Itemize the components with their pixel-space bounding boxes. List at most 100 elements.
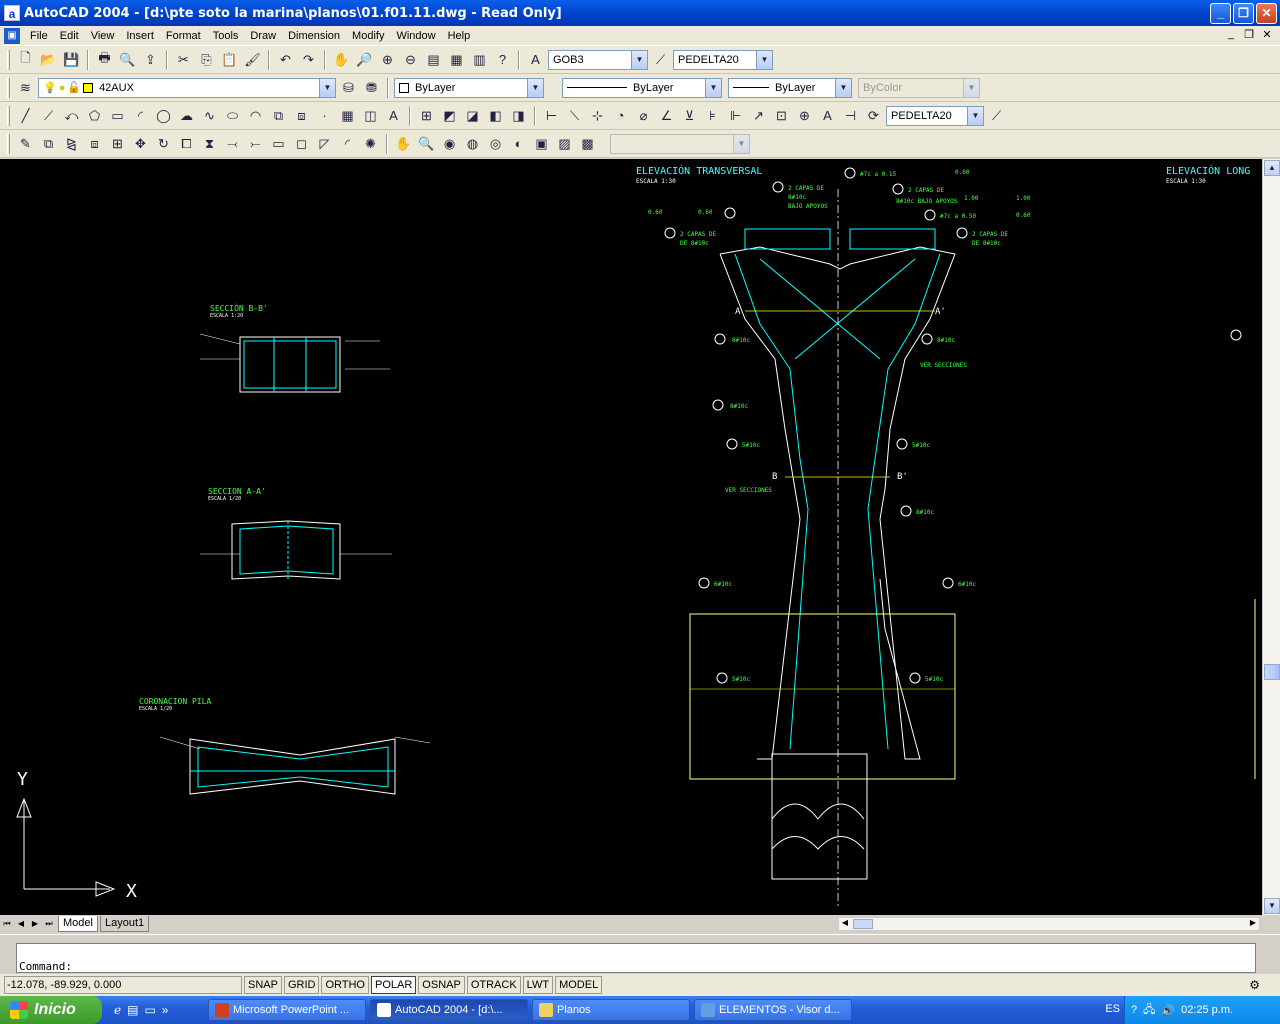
- menu-tools[interactable]: Tools: [207, 26, 245, 46]
- tab-layout1[interactable]: Layout1: [99, 916, 150, 932]
- print-preview-icon[interactable]: 🔍: [117, 49, 138, 70]
- toolbar-i-icon[interactable]: ◍: [462, 133, 483, 154]
- rotate-icon[interactable]: ↻: [153, 133, 174, 154]
- design-center-icon[interactable]: ▦: [446, 49, 467, 70]
- quick-leader-icon[interactable]: ↗: [748, 105, 769, 126]
- toolbar-c-icon[interactable]: ◪: [462, 105, 483, 126]
- hscroll-thumb[interactable]: [853, 919, 873, 929]
- dim-style-select[interactable]: PEDELTA20 ▼: [673, 49, 773, 70]
- next-tab-icon[interactable]: ▶: [28, 917, 42, 931]
- model-toggle[interactable]: MODEL: [555, 976, 603, 994]
- linear-dimension-icon[interactable]: ⊢: [541, 105, 562, 126]
- polygon-icon[interactable]: ⬠: [84, 105, 105, 126]
- ortho-toggle[interactable]: ORTHO: [321, 976, 369, 994]
- radius-dimension-icon[interactable]: ◔: [610, 105, 631, 126]
- scroll-up-icon[interactable]: ▲: [1264, 160, 1280, 176]
- menu-insert[interactable]: Insert: [120, 26, 160, 46]
- dim-style-icon[interactable]: ⟋: [650, 49, 671, 70]
- chamfer-icon[interactable]: ◸: [314, 133, 335, 154]
- toolbar-e-icon[interactable]: ◨: [508, 105, 529, 126]
- scale-icon[interactable]: ⧠: [176, 133, 197, 154]
- erase-icon[interactable]: ✎: [15, 133, 36, 154]
- coordinates-readout[interactable]: -12.078, -89.929, 0.000: [4, 976, 242, 994]
- dimension-edit-icon[interactable]: A: [817, 105, 838, 126]
- menu-view[interactable]: View: [85, 26, 121, 46]
- doc-close-icon[interactable]: ✕: [1260, 28, 1274, 41]
- task-powerpoint[interactable]: Microsoft PowerPoint ...: [208, 999, 366, 1021]
- revision-cloud-icon[interactable]: ☁: [176, 105, 197, 126]
- menu-edit[interactable]: Edit: [54, 26, 85, 46]
- menu-file[interactable]: File: [24, 26, 54, 46]
- continue-dimension-icon[interactable]: ⊩: [725, 105, 746, 126]
- horizontal-scrollbar[interactable]: ◀ ▶: [838, 917, 1260, 931]
- toolbar-grip[interactable]: [7, 77, 10, 98]
- circle-icon[interactable]: ◯: [153, 105, 174, 126]
- lineweight-select[interactable]: ByLayer ▼: [728, 77, 852, 98]
- toolbar-grip[interactable]: [7, 105, 10, 126]
- scroll-left-icon[interactable]: ◀: [839, 918, 851, 930]
- hatch-icon[interactable]: ▦: [337, 105, 358, 126]
- start-button[interactable]: Inicio: [0, 996, 102, 1024]
- dimension-text-edit-icon[interactable]: ⊣: [840, 105, 861, 126]
- last-tab-icon[interactable]: ⏭: [42, 917, 56, 931]
- scroll-thumb[interactable]: [1264, 664, 1280, 680]
- rectangle-icon[interactable]: ▭: [107, 105, 128, 126]
- toolbar-n-icon[interactable]: ▩: [577, 133, 598, 154]
- chevron-down-icon[interactable]: ▼: [705, 78, 721, 97]
- aligned-dimension-icon[interactable]: ⟍: [564, 105, 585, 126]
- toolbar-grip[interactable]: [7, 133, 10, 154]
- line-icon[interactable]: ╱: [15, 105, 36, 126]
- autocad-app-icon[interactable]: a: [4, 5, 20, 21]
- text-style-select[interactable]: GOB3 ▼: [548, 49, 648, 70]
- task-planos[interactable]: Planos: [532, 999, 690, 1021]
- ellipse-arc-icon[interactable]: ◠: [245, 105, 266, 126]
- folder-icon[interactable]: ▭: [144, 1003, 155, 1017]
- text-style-icon[interactable]: A: [525, 49, 546, 70]
- zoom-previous-icon[interactable]: ⊖: [400, 49, 421, 70]
- document-icon[interactable]: ▣: [4, 27, 20, 44]
- menu-modify[interactable]: Modify: [346, 26, 390, 46]
- help-icon[interactable]: ?: [492, 49, 513, 70]
- toolbar-grip[interactable]: [7, 49, 10, 70]
- baseline-dimension-icon[interactable]: ⊧: [702, 105, 723, 126]
- tray-network-icon[interactable]: 🖧: [1143, 1001, 1155, 1020]
- new-file-icon[interactable]: 🗋: [15, 49, 36, 70]
- layer-previous-icon[interactable]: ⛃: [361, 77, 382, 98]
- toolbar-m-icon[interactable]: ▨: [554, 133, 575, 154]
- toolbar-g-icon[interactable]: 🔍: [416, 133, 437, 154]
- toolbar-f-icon[interactable]: ✋: [393, 133, 414, 154]
- cut-icon[interactable]: ✂: [173, 49, 194, 70]
- layer-manager-icon[interactable]: ≋: [15, 77, 36, 98]
- chevron-down-icon[interactable]: ▼: [527, 78, 543, 97]
- minimize-button[interactable]: _: [1210, 3, 1231, 24]
- ordinate-dimension-icon[interactable]: ⊹: [587, 105, 608, 126]
- tray-help-icon[interactable]: ?: [1131, 1004, 1137, 1016]
- language-indicator[interactable]: ES: [1105, 1003, 1120, 1015]
- drawing-area[interactable]: SECCIÓN B-B' ESCALA 1:20 SECCION A-A' ES…: [0, 159, 1262, 915]
- undo-icon[interactable]: ↶: [275, 49, 296, 70]
- diameter-dimension-icon[interactable]: ⌀: [633, 105, 654, 126]
- quick-dimension-icon[interactable]: ⊻: [679, 105, 700, 126]
- osnap-toggle[interactable]: OSNAP: [418, 976, 465, 994]
- layer-select[interactable]: 💡 ● 🔓 42AUX ▼: [38, 77, 336, 98]
- region-icon[interactable]: ◫: [360, 105, 381, 126]
- copy-object-icon[interactable]: ⧉: [38, 133, 59, 154]
- stretch-icon[interactable]: ⧗: [199, 133, 220, 154]
- redo-icon[interactable]: ↷: [298, 49, 319, 70]
- array-icon[interactable]: ⊞: [107, 133, 128, 154]
- tray-volume-icon[interactable]: 🔊: [1161, 1004, 1175, 1017]
- make-layer-current-icon[interactable]: ⛁: [338, 77, 359, 98]
- tool-palettes-icon[interactable]: ▥: [469, 49, 490, 70]
- zoom-realtime-icon[interactable]: 🔎: [354, 49, 375, 70]
- linetype-select[interactable]: ByLayer ▼: [562, 77, 722, 98]
- point-icon[interactable]: ·: [314, 105, 335, 126]
- chevron-down-icon[interactable]: ▼: [835, 78, 851, 97]
- paste-icon[interactable]: 📋: [219, 49, 240, 70]
- arc-icon[interactable]: ◜: [130, 105, 151, 126]
- scroll-right-icon[interactable]: ▶: [1247, 918, 1259, 930]
- first-tab-icon[interactable]: ⏮: [0, 917, 14, 931]
- trim-icon[interactable]: ⤙: [222, 133, 243, 154]
- chevron-down-icon[interactable]: ▼: [756, 50, 772, 69]
- toolbar-l-icon[interactable]: ▣: [531, 133, 552, 154]
- angular-dimension-icon[interactable]: ∠: [656, 105, 677, 126]
